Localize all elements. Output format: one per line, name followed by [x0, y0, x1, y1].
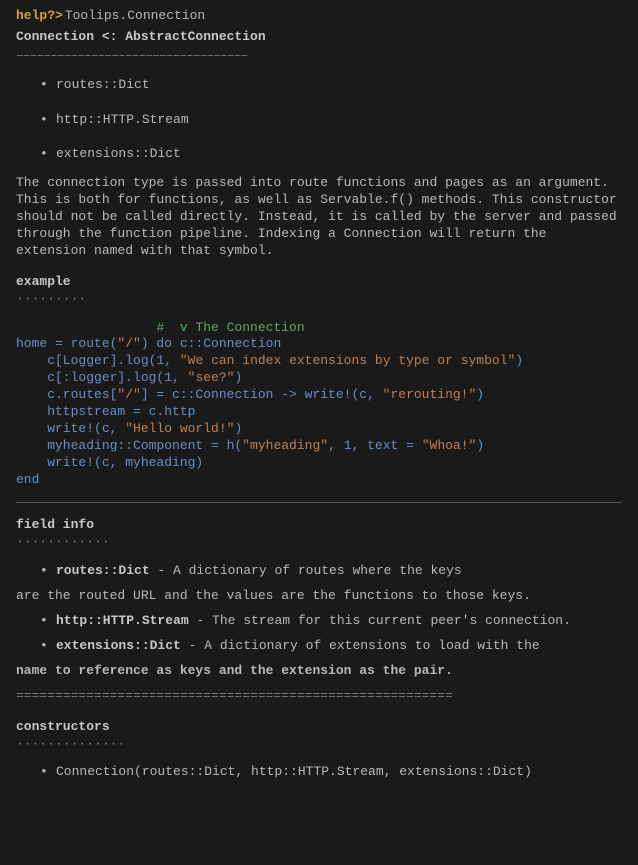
help-input: Toolips.Connection	[65, 8, 205, 25]
repl-prompt: help?> Toolips.Connection	[0, 8, 638, 25]
constructors-dots: ··············	[16, 736, 622, 753]
fieldinfo-item: routes::Dict - A dictionary of routes wh…	[40, 563, 622, 580]
documentation-content: Connection <: AbstractConnection –––––––…	[0, 29, 638, 781]
horizontal-rule	[16, 502, 622, 503]
type-fields-list: routes::Dict http::HTTP.Stream extension…	[16, 77, 622, 164]
title-underline: ––––––––––––––––––––––––––––––––––	[16, 48, 622, 65]
separator-equals: ========================================…	[16, 688, 622, 705]
fieldinfo-item: http::HTTP.Stream - The stream for this …	[40, 613, 622, 630]
constructor-item: Connection(routes::Dict, http::HTTP.Stre…	[40, 764, 622, 781]
field-item: http::HTTP.Stream	[40, 112, 622, 129]
help-prompt-label: help?>	[16, 8, 63, 25]
example-dots: ·········	[16, 291, 622, 308]
constructors-list: Connection(routes::Dict, http::HTTP.Stre…	[16, 764, 622, 781]
example-code: # v The Connection home = route("/") do …	[16, 320, 622, 489]
fieldinfo-dots: ············	[16, 534, 622, 551]
code-comment: # v The Connection	[156, 320, 304, 335]
fieldinfo-list: routes::Dict - A dictionary of routes wh…	[16, 563, 622, 580]
fieldinfo-item: extensions::Dict - A dictionary of exten…	[40, 638, 622, 655]
constructors-header: constructors	[16, 719, 622, 736]
field-item: routes::Dict	[40, 77, 622, 94]
example-header: example	[16, 274, 622, 291]
fieldinfo-header: field info	[16, 517, 622, 534]
doc-title: Connection <: AbstractConnection	[16, 29, 622, 46]
fieldinfo-continuation: are the routed URL and the values are th…	[16, 588, 622, 605]
doc-description: The connection type is passed into route…	[16, 175, 622, 259]
field-item: extensions::Dict	[40, 146, 622, 163]
fieldinfo-continuation: name to reference as keys and the extens…	[16, 663, 622, 680]
fieldinfo-list: http::HTTP.Stream - The stream for this …	[16, 613, 622, 655]
